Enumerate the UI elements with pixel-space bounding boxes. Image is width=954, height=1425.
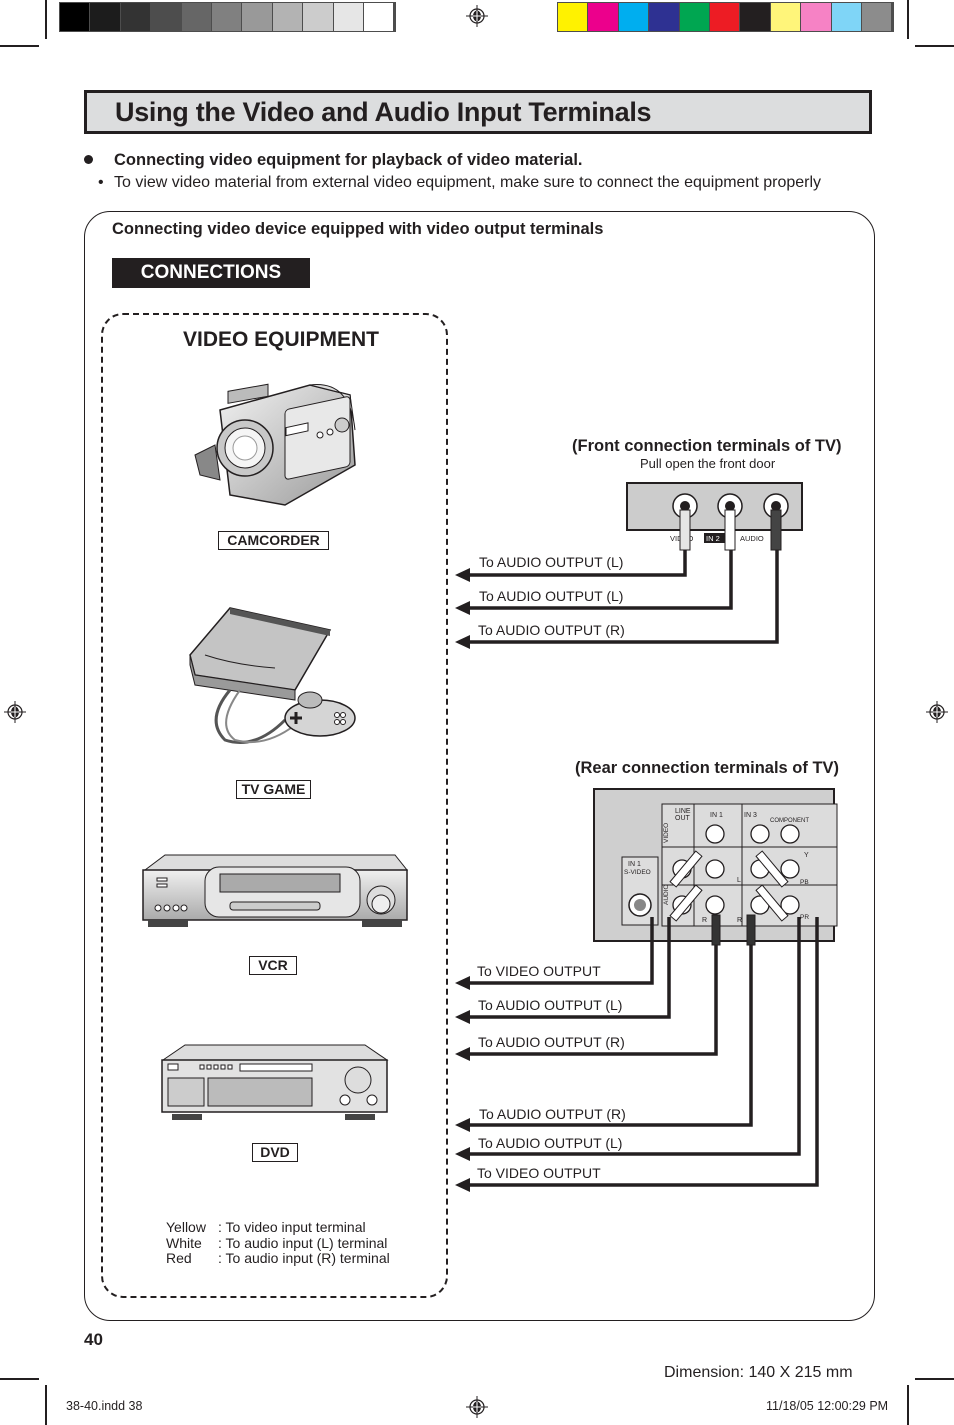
process-color-bar (557, 2, 894, 32)
instruction-note: To view video material from external vid… (114, 174, 822, 191)
crop-mark (45, 0, 47, 39)
slug-timestamp: 11/18/05 12:00:29 PM (766, 1399, 889, 1413)
svg-text:LINE: LINE (675, 808, 691, 815)
legend-color: Red (166, 1250, 192, 1266)
vcr-icon (142, 854, 409, 927)
svg-text:AUDIO: AUDIO (663, 884, 670, 905)
bullet-icon (84, 155, 93, 164)
color-swatch (181, 3, 211, 31)
color-swatch (740, 3, 770, 31)
rear-cable-label: To VIDEO OUTPUT (477, 963, 601, 979)
crop-mark (45, 1385, 47, 1425)
color-swatch (272, 3, 303, 31)
svg-text:COMPONENT: COMPONENT (770, 818, 809, 824)
front-cable-label: To AUDIO OUTPUT (R) (478, 622, 625, 638)
legend-color: Yellow (166, 1219, 206, 1235)
crop-mark (907, 1385, 909, 1425)
legend-row-red: Red : To audio input (R) terminal (166, 1250, 390, 1267)
color-swatch (90, 3, 120, 31)
grayscale-bar (59, 2, 396, 32)
legend-desc: : To audio input (L) terminal (218, 1234, 388, 1251)
rear-cable-label: To AUDIO OUTPUT (R) (478, 1034, 625, 1050)
crop-mark (915, 1378, 954, 1380)
color-swatch (60, 3, 90, 31)
registration-mark-icon (466, 5, 488, 27)
front-cable-label: To AUDIO OUTPUT (L) (479, 588, 624, 604)
device-label-vcr: VCR (249, 956, 297, 975)
legend-desc: : To video input terminal (218, 1219, 366, 1235)
svg-text:R: R (737, 917, 742, 924)
rear-cable-label: To AUDIO OUTPUT (L) (478, 1135, 623, 1151)
front-terminals-subtitle: Pull open the front door (640, 456, 776, 471)
rear-terminals-title: (Rear connection terminals of TV) (575, 759, 840, 777)
legend-row-yellow: Yellow : To video input terminal (166, 1219, 390, 1236)
svg-text:S-VIDEO: S-VIDEO (624, 869, 651, 876)
registration-mark-icon (926, 701, 948, 723)
slug-filename: 38-40.indd 38 (66, 1399, 143, 1413)
legend-row-white: White : To audio input (L) terminal (166, 1234, 390, 1252)
color-swatch (303, 3, 333, 31)
legend-color: White (166, 1234, 202, 1251)
color-swatch (242, 3, 272, 31)
color-swatch (211, 3, 242, 31)
crop-mark (0, 45, 39, 47)
crop-mark (915, 45, 954, 47)
rear-cable-label: To AUDIO OUTPUT (L) (478, 997, 623, 1013)
svg-text:Y: Y (804, 852, 809, 859)
color-swatch (649, 3, 679, 31)
color-swatch (558, 3, 588, 31)
device-label-camcorder: CAMCORDER (218, 531, 329, 550)
crop-mark (0, 1378, 39, 1380)
legend-desc: : To audio input (R) terminal (218, 1250, 390, 1266)
svg-text:IN 1: IN 1 (628, 861, 641, 868)
svg-text:PR: PR (800, 914, 809, 921)
front-cable-label: To AUDIO OUTPUT (L) (479, 554, 624, 570)
equipment-title: VIDEO EQUIPMENT (182, 328, 380, 351)
color-swatch (120, 3, 151, 31)
svg-text:L: L (737, 877, 741, 884)
svg-text:R: R (702, 917, 707, 924)
connections-label: CONNECTIONS (112, 258, 310, 288)
rear-cable-label: To VIDEO OUTPUT (477, 1165, 601, 1181)
game-console-icon (189, 607, 356, 744)
registration-mark-icon (4, 701, 26, 723)
device-label-dvd: DVD (252, 1143, 298, 1162)
svg-text:OUT: OUT (675, 815, 691, 822)
section-heading: Connecting video equipment for playback … (114, 151, 583, 169)
color-swatch (151, 3, 181, 31)
color-swatch (618, 3, 649, 31)
camcorder-icon (194, 383, 356, 506)
color-swatch (588, 3, 618, 31)
rear-cable-label: To AUDIO OUTPUT (R) (479, 1106, 626, 1122)
color-swatch (861, 3, 892, 31)
registration-mark-icon (466, 1396, 488, 1418)
color-swatch (770, 3, 801, 31)
svg-text:AUDIO: AUDIO (740, 534, 764, 543)
front-terminals-title: (Front connection terminals of TV) (572, 437, 842, 455)
color-swatch (679, 3, 709, 31)
device-label-tv-game: TV GAME (236, 780, 311, 799)
cable-color-legend: Yellow : To video input terminal White : T… (166, 1219, 390, 1267)
svg-text:VIDEO: VIDEO (663, 823, 670, 843)
color-swatch (709, 3, 740, 31)
svg-text:IN 3: IN 3 (744, 812, 757, 819)
page-number: 40 (84, 1330, 103, 1349)
page-title: Using the Video and Audio Input Terminal… (115, 97, 652, 127)
svg-text:PB: PB (800, 879, 809, 886)
sub-bullet-icon: • (98, 174, 104, 191)
color-swatch (831, 3, 861, 31)
crop-mark (907, 0, 909, 39)
svg-text:IN 1: IN 1 (710, 812, 723, 819)
dimension-note: Dimension: 140 X 215 mm (664, 1364, 853, 1381)
panel-subtitle: Connecting video device equipped with vi… (112, 220, 604, 238)
color-swatch (801, 3, 831, 31)
color-swatch (363, 3, 394, 31)
page-title-box: Using the Video and Audio Input Terminal… (84, 90, 872, 134)
dvd-player-icon (161, 1044, 389, 1120)
color-swatch (333, 3, 363, 31)
svg-text:IN 2: IN 2 (706, 534, 720, 543)
